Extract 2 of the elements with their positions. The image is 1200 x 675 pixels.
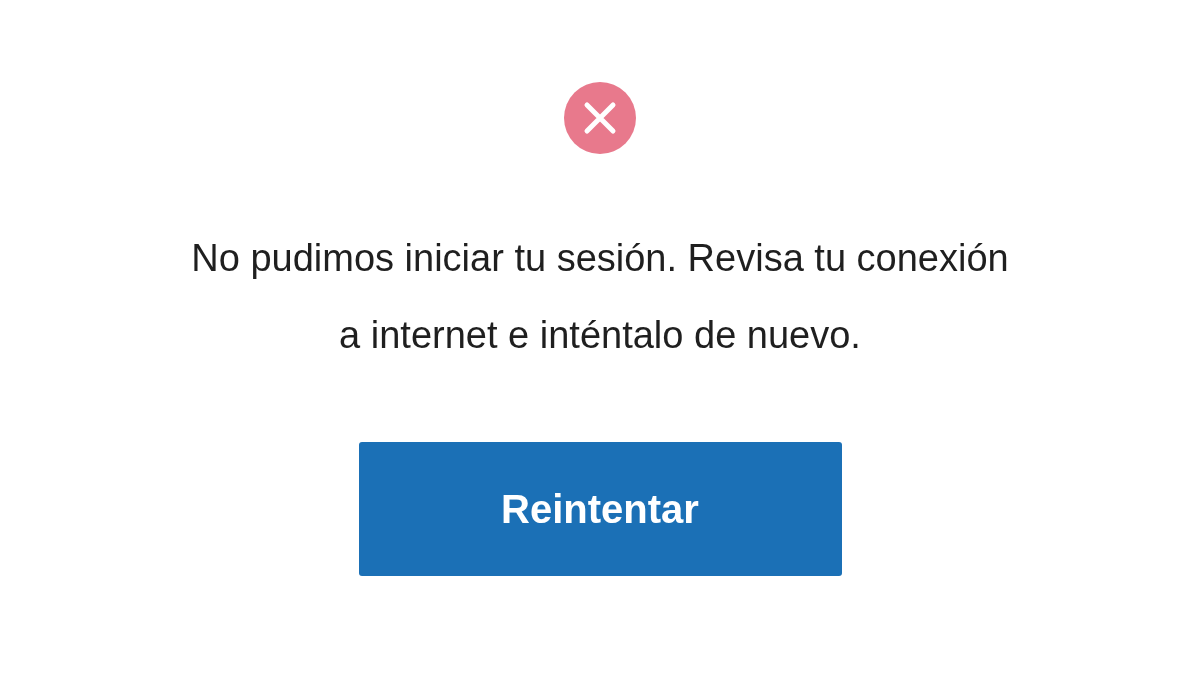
error-message: No pudimos iniciar tu sesión. Revisa tu conexión a internet e inténtalo de nuevo. <box>190 236 1010 358</box>
retry-button[interactable]: Reintentar <box>358 442 842 576</box>
